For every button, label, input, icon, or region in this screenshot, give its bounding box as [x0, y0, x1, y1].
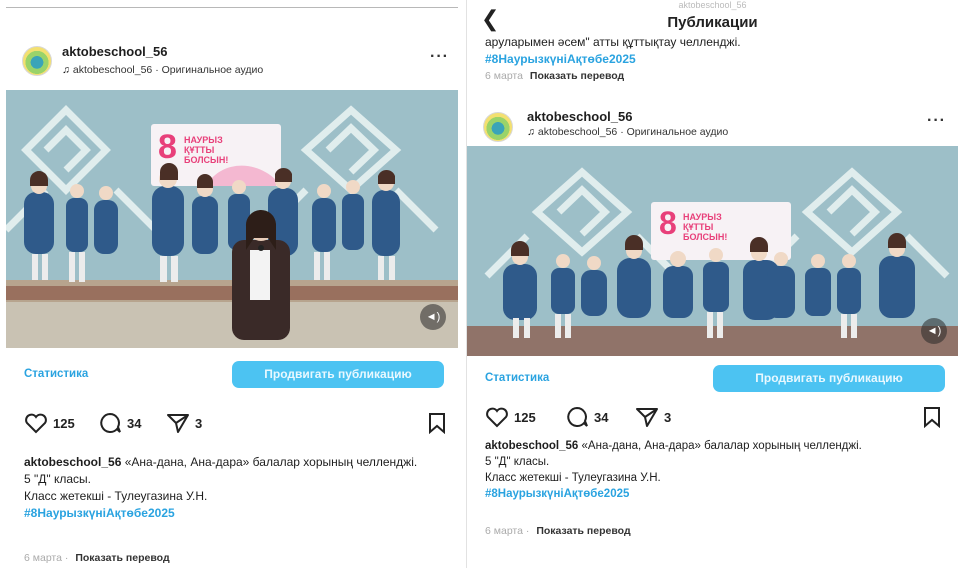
banner-number: 8 [158, 128, 177, 166]
top-divider [6, 7, 458, 8]
audio-line[interactable]: ♫ aktobeschool_56 · Оригинальное аудио [62, 64, 263, 76]
audio-label: aktobeschool_56 · Оригинальное аудио [72, 64, 264, 76]
sound-icon[interactable]: ◄) [921, 318, 947, 344]
username[interactable]: aktobeschool_56 [527, 109, 633, 124]
comments-count: 34 [594, 409, 609, 425]
comments-count: 34 [127, 415, 142, 431]
banner-line1: НАУРЫЗ [184, 135, 223, 145]
like-action[interactable]: 125 [485, 406, 536, 428]
meta-separator: · [525, 525, 530, 537]
post-header: aktobeschool_56 ♫ aktobeschool_56 · Ориги… [467, 104, 958, 152]
caption-class: 5 "Д" класы. [485, 456, 550, 468]
post-caption: aktobeschool_56 «Ана-дана, Ана-дара» бал… [24, 454, 434, 522]
more-icon[interactable]: ··· [927, 112, 946, 130]
share-action[interactable]: 3 [635, 406, 671, 428]
prev-post-meta: 6 марта Показать перевод [485, 70, 624, 82]
audio-line[interactable]: ♫ aktobeschool_56 · Оригинальное аудио [527, 126, 728, 138]
heart-icon [486, 407, 508, 428]
avatar[interactable] [22, 46, 52, 76]
meta-separator: · [64, 552, 69, 564]
share-action[interactable]: 3 [166, 412, 202, 434]
like-action[interactable]: 125 [24, 412, 75, 434]
post-actions: 125 34 3 [485, 406, 947, 432]
banner-number: 8 [659, 205, 677, 241]
heart-icon [25, 413, 47, 434]
promote-button[interactable]: Продвигать публикацию [713, 365, 945, 392]
stage-scene: 8 НАУРЫЗ ҚҰТТЫ БОЛСЫН! [467, 146, 958, 356]
username[interactable]: aktobeschool_56 [62, 44, 168, 59]
show-translation-link[interactable]: Показать перевод [536, 525, 630, 537]
promote-button[interactable]: Продвигать публикацию [232, 361, 444, 388]
page-title: Публикации [667, 14, 758, 31]
bookmark-icon[interactable] [923, 406, 941, 428]
caption-teacher: Класс жетекші - Тулеугазина У.Н. [485, 472, 661, 484]
statistics-link[interactable]: Статистика [485, 372, 549, 384]
share-icon [636, 408, 658, 427]
comment-action[interactable]: 34 [98, 412, 141, 434]
banner-line3: БОЛСЫН! [683, 232, 727, 242]
prev-show-translation-link[interactable]: Показать перевод [530, 70, 624, 82]
caption-teacher: Класс жетекші - Тулеугазина У.Н. [24, 489, 208, 503]
post-actions: 125 34 3 [24, 412, 448, 438]
prev-caption-text: аруларымен әсем" атты құттықтау челлендж… [485, 35, 741, 49]
previous-post-caption: аруларымен әсем" атты құттықтау челлендж… [485, 34, 945, 68]
music-note-icon: ♫ [62, 64, 70, 76]
shares-count: 3 [664, 409, 672, 425]
prev-post-date: 6 марта [485, 70, 523, 82]
hashtag-link[interactable]: #8НаурызкүніАқтөбе2025 [485, 488, 629, 500]
comment-icon [100, 412, 121, 433]
post-date: 6 марта [24, 552, 62, 564]
likes-count: 125 [514, 409, 536, 425]
post-meta: 6 марта · Показать перевод [485, 525, 631, 537]
post-date: 6 марта [485, 525, 523, 537]
music-note-icon: ♫ [527, 126, 535, 138]
share-icon [167, 414, 189, 433]
show-translation-link[interactable]: Показать перевод [75, 552, 169, 564]
nav-ghost-username: aktobeschool_56 [678, 0, 747, 10]
comment-icon [567, 406, 588, 427]
post-meta: 6 марта · Показать перевод [24, 552, 170, 564]
caption-text: «Ана-дана, Ана-дара» балалар хорының чел… [581, 440, 862, 452]
caption-text: «Ана-дана, Ана-дара» балалар хорының чел… [124, 455, 418, 469]
bookmark-icon[interactable] [428, 412, 446, 434]
left-post-screenshot: aktobeschool_56 ♫ aktobeschool_56 · Ориги… [6, 0, 458, 568]
caption-class: 5 "Д" класы. [24, 472, 92, 486]
right-post-screenshot: aktobeschool_56 ❮ Публикации аруларымен … [466, 0, 958, 568]
avatar[interactable] [483, 112, 513, 142]
banner-line2: ҚҰТТЫ [683, 222, 713, 232]
caption-username[interactable]: aktobeschool_56 [485, 440, 578, 452]
banner-line2: ҚҰТТЫ [184, 145, 214, 155]
post-video[interactable]: 8 НАУРЫЗ ҚҰТТЫ БОЛСЫН! ◄) [6, 90, 458, 348]
post-caption: aktobeschool_56 «Ана-дана, Ана-дара» бал… [485, 438, 905, 502]
more-icon[interactable]: ··· [430, 48, 449, 66]
comment-action[interactable]: 34 [565, 406, 608, 428]
prev-hashtag-link[interactable]: #8НаурызкүніАқтөбе2025 [485, 52, 636, 66]
sound-icon[interactable]: ◄) [420, 304, 446, 330]
caption-username[interactable]: aktobeschool_56 [24, 455, 121, 469]
statistics-link[interactable]: Статистика [24, 368, 88, 380]
post-video[interactable]: 8 НАУРЫЗ ҚҰТТЫ БОЛСЫН! ◄) [467, 146, 958, 356]
hashtag-link[interactable]: #8НаурызкүніАқтөбе2025 [24, 506, 175, 520]
banner-line3: БОЛСЫН! [184, 155, 228, 165]
audio-label: aktobeschool_56 · Оригинальное аудио [537, 126, 729, 138]
banner-line1: НАУРЫЗ [683, 212, 722, 222]
shares-count: 3 [195, 415, 203, 431]
post-header: aktobeschool_56 ♫ aktobeschool_56 · Ориги… [6, 38, 458, 86]
likes-count: 125 [53, 415, 75, 431]
stage-scene: 8 НАУРЫЗ ҚҰТТЫ БОЛСЫН! [6, 90, 458, 348]
